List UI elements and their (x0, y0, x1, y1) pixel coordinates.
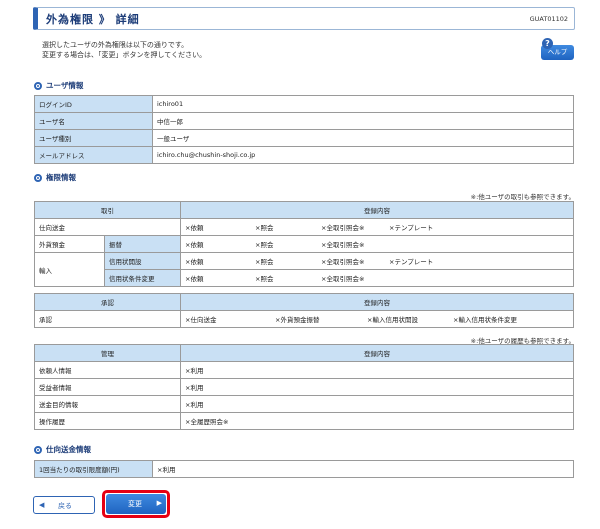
section-title: 権限情報 (46, 173, 76, 182)
section-bullet-icon (34, 445, 42, 454)
table-row: ユーザ種別 一般ユーザ (34, 129, 574, 147)
table-row: 操作履歴 ×全履歴照会※ (34, 412, 574, 430)
table-row: 受益者情報 ×利用 (34, 378, 574, 396)
intro-line-1: 選択したユーザの外為権限は以下の通りです。 (42, 41, 189, 49)
row-label: 依頼人情報 (34, 361, 181, 379)
row-label: 操作履歴 (34, 412, 181, 430)
option-text: ×全取引照会※ (321, 241, 365, 249)
section-title: ユーザ情報 (46, 81, 84, 90)
transactions-table: 取引 登録内容 仕向送金 ×依頼 ×照会 ×全取引照会※ ×テンプレート 外貨預… (34, 201, 574, 287)
option-text: ×輸入信用状開設 (367, 316, 418, 324)
row-label: ログインID (34, 95, 153, 113)
row-label: メールアドレス (34, 146, 153, 164)
note-other-users-transactions: ※:他ユーザの取引も参照できます。 (470, 193, 575, 201)
option-text: ×依頼 (185, 224, 204, 232)
row-options: ×依頼 ×照会 ×全取引照会※ (180, 269, 574, 287)
row-value: ichiro01 (152, 95, 574, 113)
option-text: ×照会 (255, 241, 274, 249)
row-label: 受益者情報 (34, 378, 181, 396)
row-sublabel: 信用状条件変更 (104, 269, 181, 287)
table-row: メールアドレス ichiro.chu@chushin-shoji.co.jp (34, 146, 574, 164)
column-header: 承認 (34, 293, 181, 311)
title-bar: 外為権限 》 詳細 GUAT01102 (33, 7, 575, 30)
screen-id: GUAT01102 (529, 15, 568, 23)
change-label: 変更 (128, 500, 142, 508)
section-title: 仕向送金情報 (46, 445, 91, 454)
help-question-icon[interactable]: ? (542, 38, 553, 49)
row-label: 承認 (34, 310, 181, 328)
column-header: 登録内容 (180, 201, 574, 219)
table-row: 信用状条件変更 ×依頼 ×照会 ×全取引照会※ (35, 269, 574, 287)
row-label: 輸入 (34, 252, 105, 287)
option-text: ×照会 (255, 224, 274, 232)
arrow-right-icon: ▶ (156, 499, 162, 507)
arrow-left-icon: ◀ (39, 501, 45, 509)
table-row: 輸入 信用状開設 ×依頼 ×照会 ×全取引照会※ ×テンプレート (34, 252, 574, 287)
option-text: ×依頼 (185, 258, 204, 266)
option-text: ×照会 (255, 275, 274, 283)
table-row: 送金目的情報 ×利用 (34, 395, 574, 413)
table-row: ログインID ichiro01 (34, 95, 574, 113)
option-text: ×全取引照会※ (321, 258, 365, 266)
row-options: ×依頼 ×照会 ×全取引照会※ (180, 235, 574, 253)
option-text: ×輸入信用状条件変更 (453, 316, 517, 324)
back-label: 戻る (58, 502, 72, 510)
change-button[interactable]: 変更 ▶ (106, 494, 166, 514)
row-value: 中信一郎 (152, 112, 574, 130)
remit-info-table: 1回当たりの取引限度額(円) ×利用 (34, 460, 574, 478)
intro-line-2: 変更する場合は、「変更」ボタンを押してください。 (42, 51, 207, 59)
row-options: ×依頼 ×照会 ×全取引照会※ ×テンプレート (180, 252, 574, 270)
option-text: ×全取引照会※ (321, 224, 365, 232)
row-value: ichiro.chu@chushin-shoji.co.jp (152, 146, 574, 164)
row-value: ×利用 (180, 378, 574, 396)
row-value: ×利用 (180, 361, 574, 379)
option-text: ×照会 (255, 258, 274, 266)
help-area: ヘルプ ? (541, 38, 576, 62)
section-remit-info: 仕向送金情報 (34, 444, 91, 455)
option-text: ×仕向送金 (185, 316, 217, 324)
section-bullet-icon (34, 173, 42, 182)
user-info-table: ログインID ichiro01 ユーザ名 中信一郎 ユーザ種別 一般ユーザ メー… (34, 95, 574, 164)
option-text: ×全取引照会※ (321, 275, 365, 283)
column-header: 登録内容 (180, 293, 574, 311)
table-row: 仕向送金 ×依頼 ×照会 ×全取引照会※ ×テンプレート (34, 218, 574, 236)
column-header: 管理 (34, 344, 181, 362)
row-label: ユーザ種別 (34, 129, 153, 147)
table-row: 依頼人情報 ×利用 (34, 361, 574, 379)
row-label: ユーザ名 (34, 112, 153, 130)
option-text: ×テンプレート (389, 224, 434, 232)
option-text: ×テンプレート (389, 258, 434, 266)
row-value: ×利用 (152, 460, 574, 478)
row-options: ×依頼 ×照会 ×全取引照会※ ×テンプレート (180, 218, 574, 236)
table-row: 承認 ×仕向送金 ×外貨預金振替 ×輸入信用状開設 ×輸入信用状条件変更 (34, 310, 574, 328)
section-auth-info: 権限情報 (34, 172, 76, 183)
option-text: ×外貨預金振替 (275, 316, 320, 324)
option-text: ×依頼 (185, 275, 204, 283)
table-row: 外貨預金 振替 ×依頼 ×照会 ×全取引照会※ (34, 235, 574, 253)
row-value: 一般ユーザ (152, 129, 574, 147)
back-button[interactable]: ◀ 戻る (33, 496, 95, 514)
row-label: 送金目的情報 (34, 395, 181, 413)
row-options: ×仕向送金 ×外貨預金振替 ×輸入信用状開設 ×輸入信用状条件変更 (180, 310, 574, 328)
page-title: 外為権限 》 詳細 (46, 13, 140, 26)
row-value: ×全履歴照会※ (180, 412, 574, 430)
column-header: 取引 (34, 201, 181, 219)
table-row: 1回当たりの取引限度額(円) ×利用 (34, 460, 574, 478)
help-label: ヘルプ (547, 48, 568, 56)
approval-table: 承認 登録内容 承認 ×仕向送金 ×外貨預金振替 ×輸入信用状開設 ×輸入信用状… (34, 293, 574, 328)
row-label: 1回当たりの取引限度額(円) (34, 460, 153, 478)
row-value: ×利用 (180, 395, 574, 413)
section-bullet-icon (34, 81, 42, 90)
intro-text: 選択したユーザの外為権限は以下の通りです。 変更する場合は、「変更」ボタンを押し… (42, 40, 206, 60)
management-table: 管理 登録内容 依頼人情報 ×利用 受益者情報 ×利用 送金目的情報 ×利用 操… (34, 344, 574, 430)
option-text: ×依頼 (185, 241, 204, 249)
row-sublabel: 信用状開設 (104, 252, 181, 270)
row-label: 仕向送金 (34, 218, 181, 236)
table-row: ユーザ名 中信一郎 (34, 112, 574, 130)
row-label: 外貨預金 (34, 235, 105, 253)
row-sublabel: 振替 (104, 235, 181, 253)
column-header: 登録内容 (180, 344, 574, 362)
section-user-info: ユーザ情報 (34, 80, 83, 91)
